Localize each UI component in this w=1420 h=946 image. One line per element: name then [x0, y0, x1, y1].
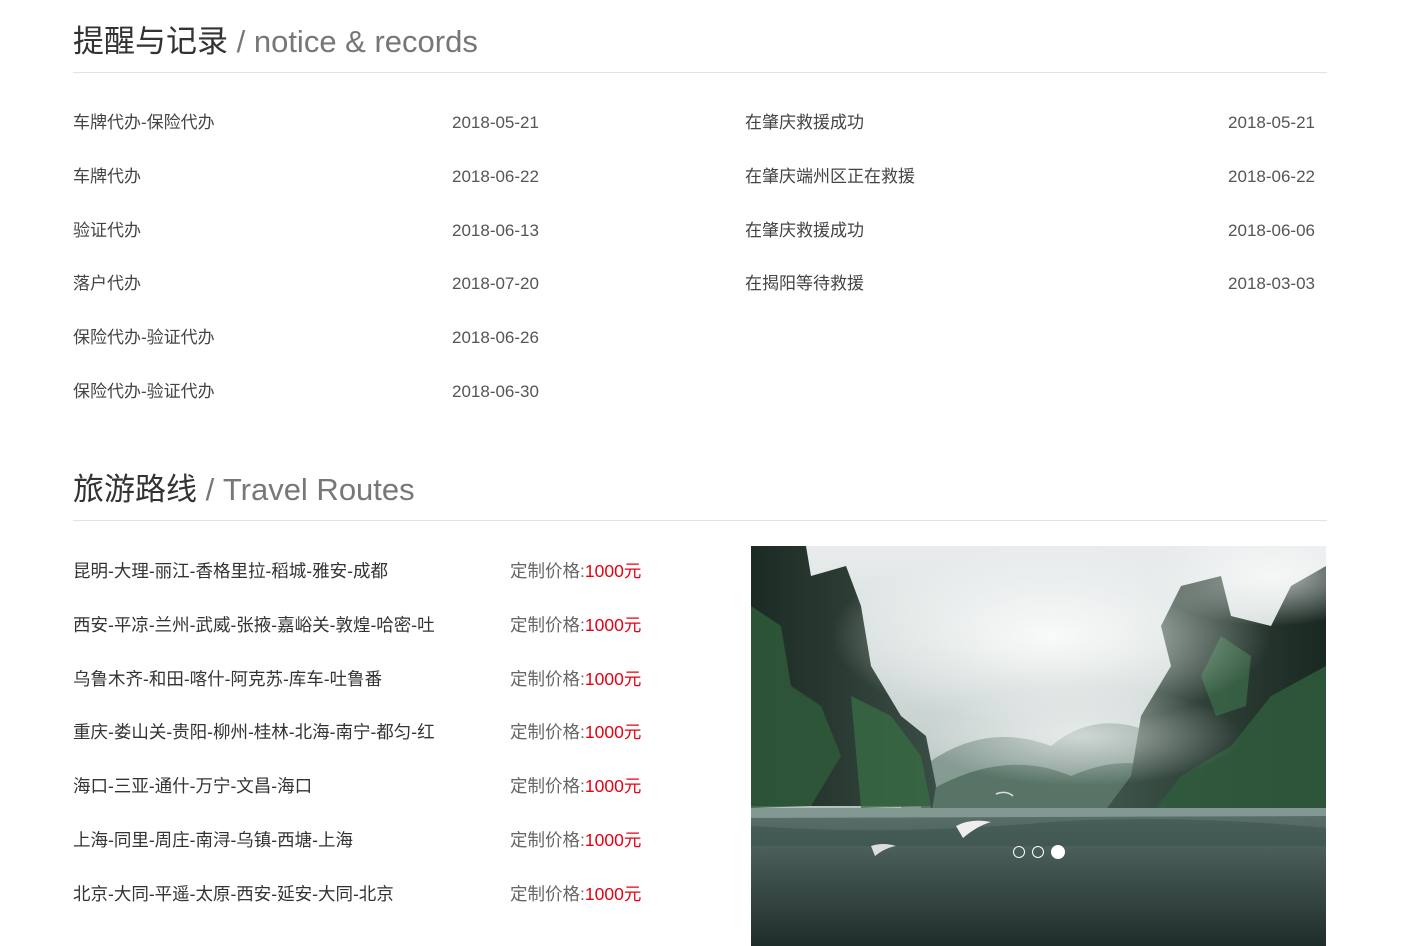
notice-section-title: 提醒与记录 / notice & records — [73, 0, 1327, 57]
page-container: 提醒与记录 / notice & records 车牌代办-保险代办 2018-0… — [73, 0, 1327, 946]
carousel-dot-2[interactable] — [1032, 846, 1044, 858]
price-label: 定制价格: — [510, 829, 585, 850]
travel-section-header: 旅游路线 / Travel Routes — [73, 448, 1327, 521]
notice-list-area: 车牌代办-保险代办 2018-05-21 车牌代办 2018-06-22 验证代办 2… — [73, 73, 1327, 448]
record-item-title[interactable]: 在肇庆救援成功 — [745, 204, 864, 258]
travel-area: 昆明-大理-丽江-香格里拉-稻城-雅安-成都 定制价格:1000元 西安-平凉-兰… — [73, 521, 1327, 946]
travel-section-title: 旅游路线 / Travel Routes — [73, 448, 1327, 505]
notice-item-date: 2018-05-21 — [452, 113, 539, 132]
notice-item[interactable]: 保险代办-验证代办 2018-06-26 — [73, 311, 543, 365]
notice-item-title[interactable]: 保险代办-验证代办 — [73, 365, 215, 419]
record-item-title[interactable]: 在揭阳等待救援 — [745, 257, 864, 311]
route-name[interactable]: 乌鲁木齐-和田-喀什-阿克苏-库车-吐鲁番 — [73, 653, 443, 707]
notice-item-date: 2018-06-30 — [452, 381, 539, 401]
notice-item-date: 2018-06-13 — [452, 220, 539, 240]
notice-item[interactable]: 保险代办-验证代办 2018-06-30 — [73, 365, 543, 419]
price-unit: 元 — [623, 883, 642, 904]
notice-title-en: / notice & records — [228, 24, 478, 59]
route-price: 定制价格:1000元 — [510, 545, 641, 599]
record-item[interactable]: 在肇庆端州区正在救援 2018-06-22 — [745, 150, 1315, 204]
price-unit: 元 — [623, 614, 642, 635]
route-price: 定制价格:1000元 — [510, 706, 641, 760]
price-unit: 元 — [623, 722, 642, 743]
route-item[interactable]: 昆明-大理-丽江-香格里拉-稻城-雅安-成都 定制价格:1000元 — [73, 545, 653, 599]
notice-item-title[interactable]: 验证代办 — [73, 204, 141, 258]
price-value: 1000 — [584, 668, 624, 689]
record-item-title[interactable]: 在肇庆端州区正在救援 — [745, 150, 915, 204]
notice-item-date: 2018-06-26 — [452, 328, 539, 348]
route-item[interactable]: 上海-同里-周庄-南浔-乌镇-西塘-上海 定制价格:1000元 — [73, 814, 653, 868]
record-item-date: 2018-05-21 — [1228, 113, 1315, 132]
travel-title-en: / Travel Routes — [197, 472, 415, 507]
carousel-slide-image — [751, 546, 1326, 946]
price-value: 1000 — [584, 776, 624, 797]
price-label: 定制价格: — [510, 776, 585, 797]
price-amount: 1000元 — [585, 776, 641, 796]
record-item[interactable]: 在肇庆救援成功 2018-05-21 — [745, 96, 1315, 150]
record-item[interactable]: 在肇庆救援成功 2018-06-06 — [745, 204, 1315, 258]
price-value: 1000 — [584, 614, 624, 635]
record-item-date: 2018-06-22 — [1228, 166, 1315, 186]
route-name[interactable]: 上海-同里-周庄-南浔-乌镇-西塘-上海 — [73, 814, 443, 868]
travel-title-cn: 旅游路线 — [73, 472, 197, 507]
notice-item[interactable]: 车牌代办 2018-06-22 — [73, 150, 543, 204]
route-item[interactable]: 重庆-娄山关-贵阳-柳州-桂林-北海-南宁-都匀-红 定制价格:1000元 — [73, 706, 653, 760]
price-unit: 元 — [623, 668, 642, 689]
carousel-dot-1[interactable] — [1013, 846, 1025, 858]
notice-item-date: 2018-07-20 — [452, 274, 539, 294]
price-unit: 元 — [623, 776, 642, 797]
route-name[interactable]: 重庆-娄山关-贵阳-柳州-桂林-北海-南宁-都匀-红 — [73, 706, 443, 760]
carousel-dot-3[interactable] — [1051, 845, 1065, 859]
price-amount: 1000元 — [585, 561, 641, 581]
route-item[interactable]: 北京-大同-平遥-太原-西安-延安-大同-北京 定制价格:1000元 — [73, 868, 653, 922]
notice-item-title[interactable]: 落户代办 — [73, 257, 141, 311]
route-name[interactable]: 西安-平凉-兰州-武威-张掖-嘉峪关-敦煌-哈密-吐 — [73, 599, 443, 653]
price-amount: 1000元 — [585, 615, 641, 635]
notice-item-date: 2018-06-22 — [452, 166, 539, 186]
notice-item-title[interactable]: 保险代办-验证代办 — [73, 311, 215, 365]
price-unit: 元 — [623, 561, 642, 581]
route-name[interactable]: 昆明-大理-丽江-香格里拉-稻城-雅安-成都 — [73, 545, 443, 599]
price-value: 1000 — [584, 829, 624, 850]
route-item[interactable]: 西安-平凉-兰州-武威-张掖-嘉峪关-敦煌-哈密-吐 定制价格:1000元 — [73, 599, 653, 653]
route-price: 定制价格:1000元 — [510, 653, 641, 707]
route-name[interactable]: 北京-大同-平遥-太原-西安-延安-大同-北京 — [73, 868, 443, 922]
notice-section-header: 提醒与记录 / notice & records — [73, 0, 1327, 73]
price-label: 定制价格: — [510, 561, 585, 581]
price-amount: 1000元 — [585, 722, 641, 742]
route-price: 定制价格:1000元 — [510, 760, 641, 814]
notice-item[interactable]: 验证代办 2018-06-13 — [73, 204, 543, 258]
notice-list-right: 在肇庆救援成功 2018-05-21 在肇庆端州区正在救援 2018-06-22 在… — [745, 96, 1315, 311]
route-name[interactable]: 海口-三亚-通什-万宁-文昌-海口 — [73, 760, 443, 814]
record-item-title[interactable]: 在肇庆救援成功 — [745, 96, 864, 150]
notice-item[interactable]: 车牌代办-保险代办 2018-05-21 — [73, 96, 543, 150]
route-item[interactable]: 乌鲁木齐-和田-喀什-阿克苏-库车-吐鲁番 定制价格:1000元 — [73, 653, 653, 707]
notice-list-left: 车牌代办-保险代办 2018-05-21 车牌代办 2018-06-22 验证代办 2… — [73, 96, 543, 419]
price-label: 定制价格: — [510, 668, 585, 689]
record-item-date: 2018-06-06 — [1228, 220, 1315, 240]
notice-item[interactable]: 落户代办 2018-07-20 — [73, 257, 543, 311]
price-value: 1000 — [584, 883, 624, 904]
route-list: 昆明-大理-丽江-香格里拉-稻城-雅安-成都 定制价格:1000元 西安-平凉-兰… — [73, 545, 653, 922]
route-price: 定制价格:1000元 — [510, 868, 641, 922]
price-label: 定制价格: — [510, 722, 585, 743]
notice-title-cn: 提醒与记录 — [73, 24, 228, 59]
record-item-date: 2018-03-03 — [1228, 274, 1315, 294]
price-amount: 1000元 — [585, 669, 641, 689]
price-label: 定制价格: — [510, 614, 585, 635]
notice-item-title[interactable]: 车牌代办 — [73, 150, 141, 204]
price-amount: 1000元 — [585, 830, 641, 850]
price-value: 1000 — [584, 561, 624, 581]
price-label: 定制价格: — [510, 883, 585, 904]
record-item[interactable]: 在揭阳等待救援 2018-03-03 — [745, 257, 1315, 311]
carousel-indicators — [1013, 845, 1065, 860]
route-price: 定制价格:1000元 — [510, 814, 641, 868]
route-price: 定制价格:1000元 — [510, 599, 641, 653]
route-item[interactable]: 海口-三亚-通什-万宁-文昌-海口 定制价格:1000元 — [73, 760, 653, 814]
price-unit: 元 — [623, 829, 642, 850]
travel-carousel[interactable] — [751, 546, 1326, 946]
price-amount: 1000元 — [585, 884, 641, 904]
notice-item-title[interactable]: 车牌代办-保险代办 — [73, 96, 215, 150]
price-value: 1000 — [584, 722, 624, 743]
